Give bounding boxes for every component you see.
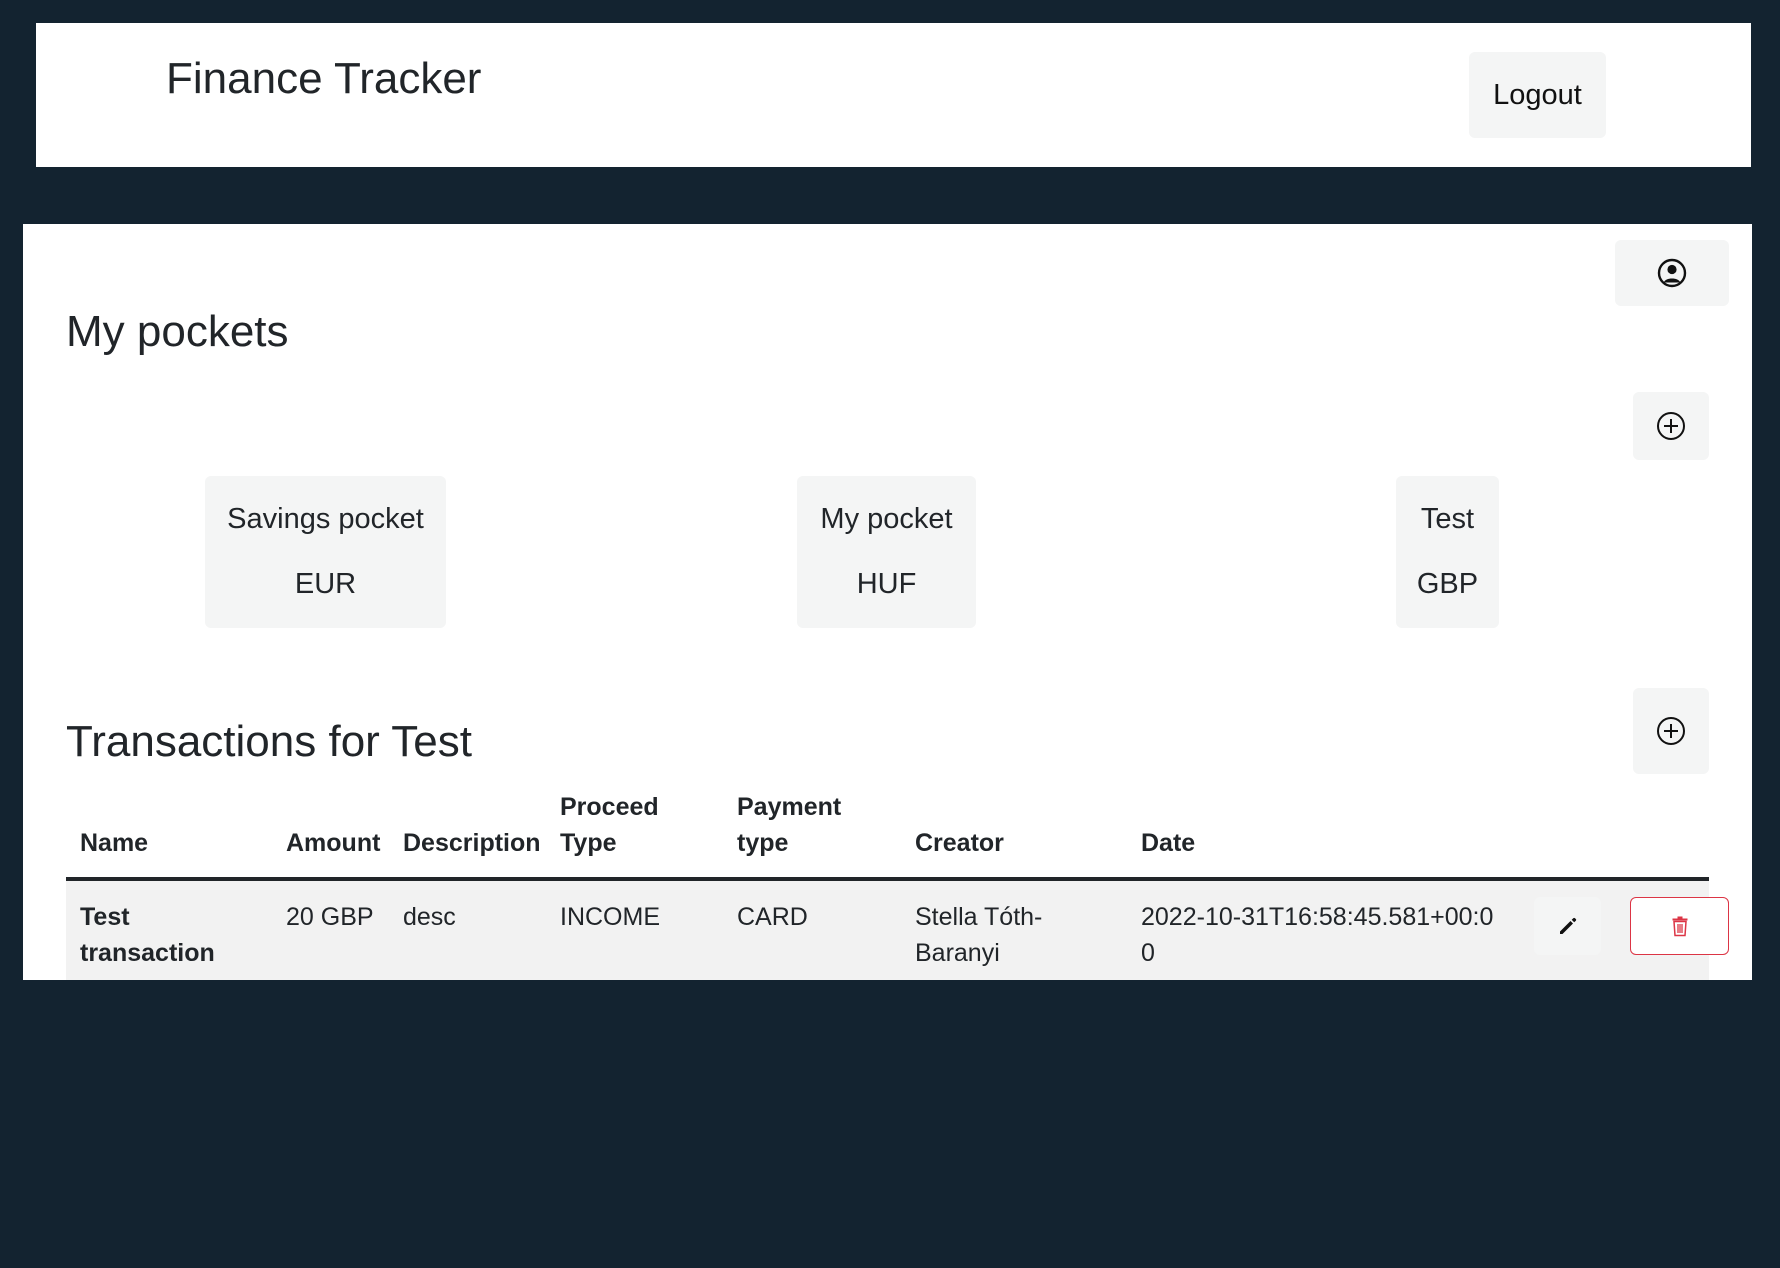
cell-delete — [1616, 879, 1729, 980]
plus-circle-icon — [1656, 411, 1686, 441]
plus-circle-icon — [1656, 716, 1686, 746]
edit-transaction-button[interactable] — [1534, 897, 1601, 955]
pocket-name: Savings pocket — [227, 503, 424, 535]
table-header-row: Name Amount Description Proceed Type Pay… — [66, 779, 1709, 881]
column-header-edit — [1520, 779, 1616, 881]
profile-button[interactable] — [1615, 240, 1729, 306]
column-header-proceed-type: Proceed Type — [546, 779, 723, 881]
pocket-card-test[interactable]: Test GBP — [1396, 476, 1499, 628]
cell-description: desc — [389, 879, 546, 980]
pockets-title: My pockets — [66, 307, 289, 356]
column-header-name: Name — [66, 779, 272, 881]
pocket-currency: GBP — [1416, 568, 1479, 600]
table-row: Test transaction 20 GBP desc INCOME CARD… — [66, 879, 1729, 980]
column-header-delete — [1616, 779, 1709, 881]
pocket-currency: HUF — [856, 568, 917, 600]
trash-icon — [1670, 915, 1690, 937]
app-title: Finance Tracker — [166, 54, 482, 103]
pocket-name: Test — [1420, 503, 1475, 535]
column-header-creator: Creator — [901, 779, 1127, 881]
delete-transaction-button[interactable] — [1630, 897, 1729, 955]
pocket-card-savings[interactable]: Savings pocket EUR — [205, 476, 446, 628]
add-transaction-button[interactable] — [1633, 688, 1709, 774]
cell-creator: Stella Tóth-Baranyi — [901, 879, 1127, 980]
column-header-payment-type: Payment type — [723, 779, 901, 881]
add-pocket-button[interactable] — [1633, 392, 1709, 460]
column-header-date: Date — [1127, 779, 1520, 881]
pocket-currency: EUR — [294, 568, 357, 600]
pocket-card-my-pocket[interactable]: My pocket HUF — [797, 476, 976, 628]
main-panel: My pockets Savings pocket EUR My pocket … — [23, 224, 1752, 980]
pencil-icon — [1557, 915, 1579, 937]
cell-date: 2022-10-31T16:58:45.581+00:00 — [1127, 879, 1520, 980]
pocket-name: My pocket — [820, 503, 953, 535]
logout-button[interactable]: Logout — [1469, 52, 1606, 138]
transactions-table: Name Amount Description Proceed Type Pay… — [66, 779, 1729, 980]
cell-edit — [1520, 879, 1616, 980]
top-header: Finance Tracker Logout — [36, 23, 1751, 167]
column-header-amount: Amount — [272, 779, 389, 881]
transactions-title: Transactions for Test — [66, 717, 472, 766]
user-circle-icon — [1657, 258, 1687, 288]
cell-proceed-type: INCOME — [546, 879, 723, 980]
column-header-description: Description — [389, 779, 546, 881]
cell-name: Test transaction — [66, 879, 272, 980]
cell-payment-type: CARD — [723, 879, 901, 980]
cell-amount: 20 GBP — [272, 879, 389, 980]
